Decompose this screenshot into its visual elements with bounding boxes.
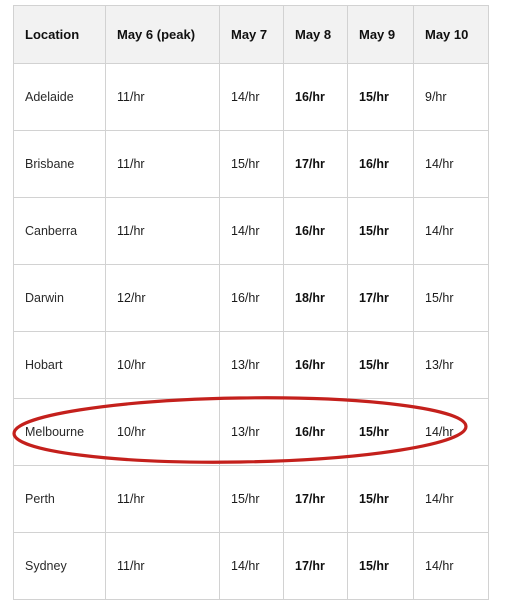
table-row: Adelaide 11/hr 14/hr 16/hr 15/hr 9/hr [13, 63, 489, 131]
cell-may7: 16/hr [219, 264, 284, 332]
cell-location: Perth [13, 465, 106, 533]
cell-location: Hobart [13, 331, 106, 399]
cell-may8: 16/hr [283, 398, 348, 466]
schedule-table-container: Location May 6 (peak) May 7 May 8 May 9 … [13, 5, 489, 600]
cell-may6: 11/hr [105, 197, 220, 265]
cell-may10: 14/hr [413, 465, 489, 533]
table-row: Canberra 11/hr 14/hr 16/hr 15/hr 14/hr [13, 197, 489, 265]
column-header-may-9: May 9 [347, 5, 414, 64]
table-row: Brisbane 11/hr 15/hr 17/hr 16/hr 14/hr [13, 130, 489, 198]
cell-location: Canberra [13, 197, 106, 265]
cell-location: Melbourne [13, 398, 106, 466]
cell-may10: 15/hr [413, 264, 489, 332]
table-header: Location May 6 (peak) May 7 May 8 May 9 … [13, 5, 489, 64]
cell-may10: 13/hr [413, 331, 489, 399]
table-row: Hobart 10/hr 13/hr 16/hr 15/hr 13/hr [13, 331, 489, 399]
table-header-row: Location May 6 (peak) May 7 May 8 May 9 … [13, 5, 489, 64]
cell-may7: 13/hr [219, 331, 284, 399]
cell-may9: 15/hr [347, 197, 414, 265]
cell-may9: 15/hr [347, 532, 414, 600]
cell-may6: 11/hr [105, 130, 220, 198]
cell-may7: 15/hr [219, 130, 284, 198]
cell-may8: 16/hr [283, 197, 348, 265]
cell-may10: 14/hr [413, 532, 489, 600]
frequency-table: Location May 6 (peak) May 7 May 8 May 9 … [13, 5, 489, 600]
cell-may7: 15/hr [219, 465, 284, 533]
cell-may10: 9/hr [413, 63, 489, 131]
cell-may6: 10/hr [105, 398, 220, 466]
cell-location: Brisbane [13, 130, 106, 198]
cell-may6: 11/hr [105, 465, 220, 533]
cell-may8: 18/hr [283, 264, 348, 332]
cell-may9: 17/hr [347, 264, 414, 332]
cell-may9: 15/hr [347, 331, 414, 399]
column-header-may-10: May 10 [413, 5, 489, 64]
cell-may8: 16/hr [283, 63, 348, 131]
page-root: Location May 6 (peak) May 7 May 8 May 9 … [0, 0, 512, 602]
cell-may10: 14/hr [413, 197, 489, 265]
cell-may6: 12/hr [105, 264, 220, 332]
cell-location: Sydney [13, 532, 106, 600]
cell-may9: 15/hr [347, 63, 414, 131]
column-header-may-8: May 8 [283, 5, 348, 64]
cell-location: Darwin [13, 264, 106, 332]
cell-may10: 14/hr [413, 130, 489, 198]
cell-may7: 13/hr [219, 398, 284, 466]
table-row: Melbourne 10/hr 13/hr 16/hr 15/hr 14/hr [13, 398, 489, 466]
cell-may9: 16/hr [347, 130, 414, 198]
cell-may8: 17/hr [283, 465, 348, 533]
cell-may8: 17/hr [283, 532, 348, 600]
cell-may8: 17/hr [283, 130, 348, 198]
cell-may10: 14/hr [413, 398, 489, 466]
table-row: Darwin 12/hr 16/hr 18/hr 17/hr 15/hr [13, 264, 489, 332]
cell-may9: 15/hr [347, 398, 414, 466]
column-header-may-7: May 7 [219, 5, 284, 64]
cell-may8: 16/hr [283, 331, 348, 399]
cell-may7: 14/hr [219, 63, 284, 131]
table-body: Adelaide 11/hr 14/hr 16/hr 15/hr 9/hr Brisbane… [13, 63, 489, 600]
cell-may6: 11/hr [105, 532, 220, 600]
cell-may6: 10/hr [105, 331, 220, 399]
cell-may7: 14/hr [219, 532, 284, 600]
cell-may6: 11/hr [105, 63, 220, 131]
table-row: Sydney 11/hr 14/hr 17/hr 15/hr 14/hr [13, 532, 489, 600]
table-row: Perth 11/hr 15/hr 17/hr 15/hr 14/hr [13, 465, 489, 533]
column-header-location: Location [13, 5, 106, 64]
cell-may7: 14/hr [219, 197, 284, 265]
column-header-may-6-peak: May 6 (peak) [105, 5, 220, 64]
cell-may9: 15/hr [347, 465, 414, 533]
cell-location: Adelaide [13, 63, 106, 131]
